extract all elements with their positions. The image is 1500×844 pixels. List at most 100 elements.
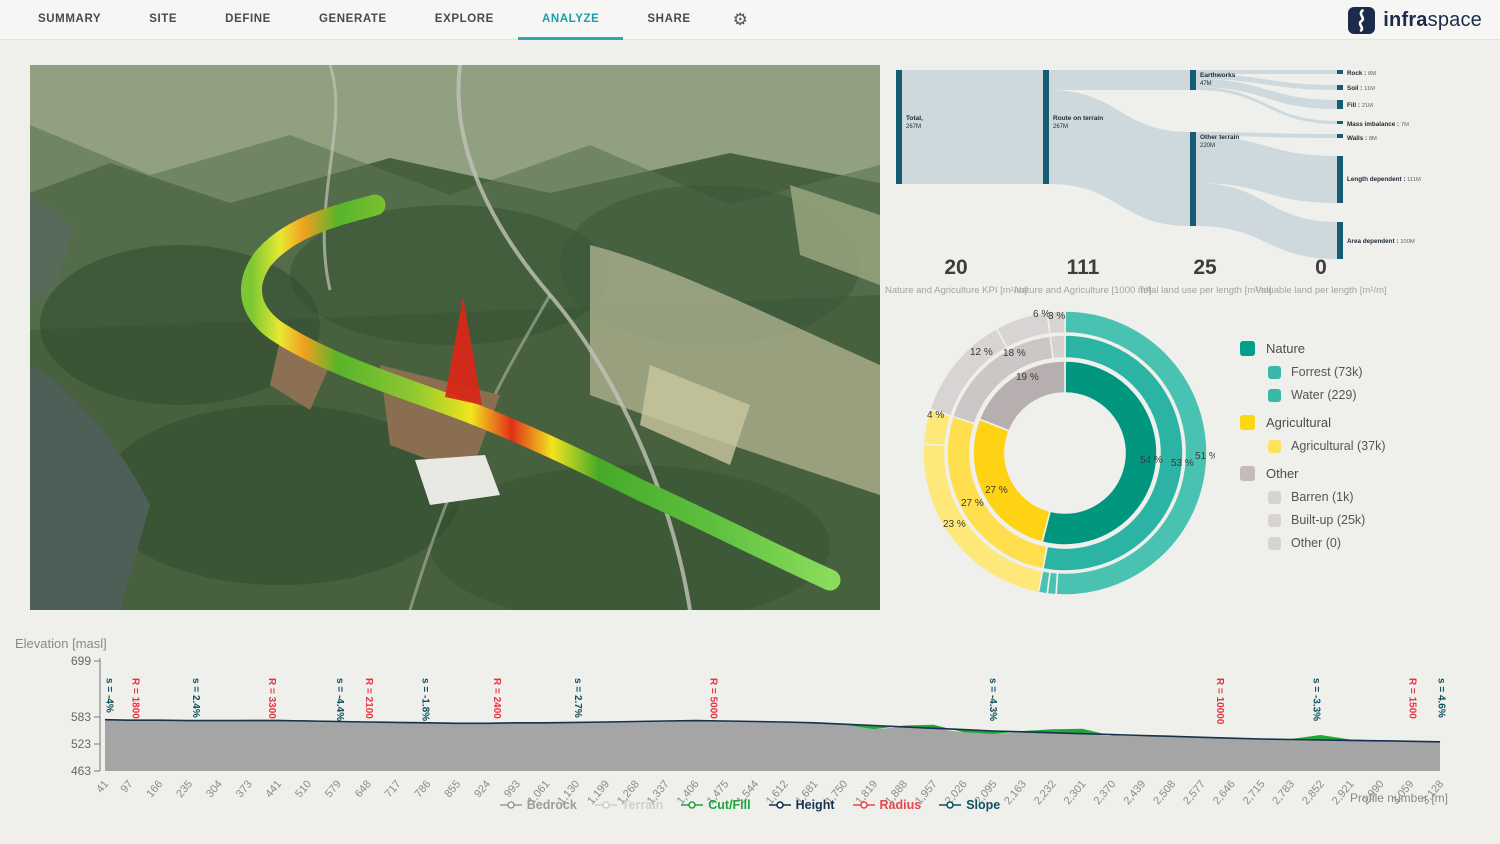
sankey-node-label: Earthworks xyxy=(1200,72,1236,79)
series-marker-icon xyxy=(939,800,961,810)
sankey-node xyxy=(1337,121,1343,124)
legend-swatch xyxy=(1268,537,1281,550)
donut-percent-label: 18 % xyxy=(1003,348,1026,359)
legend-swatch xyxy=(1268,389,1281,402)
donut-percent-label: 53 % xyxy=(1171,458,1194,469)
donut-percent-label: 54 % xyxy=(1140,455,1163,466)
sankey-node-value: 220M xyxy=(1200,143,1215,149)
profile-xtick: 855 xyxy=(442,778,463,800)
legend-swatch xyxy=(1268,440,1281,453)
series-toggle-slope[interactable]: Slope xyxy=(939,798,1000,812)
land-use-donut: 54 %53 %51 %27 %27 %23 %4 %12 %18 %19 %6… xyxy=(915,303,1215,603)
donut-percent-label: 19 % xyxy=(1016,372,1039,383)
donut-percent-label: 4 % xyxy=(927,410,944,421)
legend-group-other: Other Barren (1k) Built-up (25k) Other (0) xyxy=(1240,466,1470,550)
radius-annotation: R = 10000 xyxy=(1214,678,1225,725)
profile-xtick: 166 xyxy=(144,778,165,800)
series-label: Terrain xyxy=(622,798,663,812)
legend-item[interactable]: Forrest (73k) xyxy=(1268,365,1470,379)
legend-item[interactable]: Water (229) xyxy=(1268,388,1470,402)
series-label: Slope xyxy=(966,798,1000,812)
land-take-sankey: Total,267MRoute on terrain267MEarthworks… xyxy=(890,64,1470,259)
legend-item[interactable]: Other (0) xyxy=(1268,536,1470,550)
sankey-node xyxy=(1337,222,1343,259)
sankey-node-label: Walls : 8M xyxy=(1347,135,1377,142)
sankey-flow xyxy=(902,70,1043,184)
sankey-node-label: Soil : 11M xyxy=(1347,85,1375,92)
series-toggle-terrain[interactable]: Terrain xyxy=(595,798,663,812)
legend-label: Water (229) xyxy=(1291,388,1357,402)
series-marker-icon xyxy=(595,800,617,810)
profile-xtick: 235 xyxy=(174,778,195,800)
tab-analyze[interactable]: ANALYZE xyxy=(518,0,623,40)
legend-label: Agricultural xyxy=(1266,415,1331,430)
legend-item[interactable]: Built-up (25k) xyxy=(1268,513,1470,527)
profile-xtick: 993 xyxy=(502,778,523,800)
kpi-value: 0 xyxy=(1211,256,1431,280)
sankey-flow xyxy=(1049,90,1190,226)
tab-summary[interactable]: SUMMARY xyxy=(14,0,125,40)
profile-xtick: 924 xyxy=(472,778,493,800)
tab-generate[interactable]: GENERATE xyxy=(295,0,411,40)
sankey-node-label: Length dependent : 111M xyxy=(1347,176,1421,183)
terrain-3d-view[interactable] xyxy=(30,65,880,610)
sankey-node xyxy=(896,70,902,184)
profile-xtick: 97 xyxy=(118,778,135,795)
elevation-profile-chart: 6995835234634197166235304373441510579648… xyxy=(0,634,1500,844)
tab-define[interactable]: DEFINE xyxy=(201,0,295,40)
infraspace-logo-icon xyxy=(1348,7,1375,34)
sankey-node xyxy=(1043,70,1049,184)
slope-annotation: s = 2.7% xyxy=(572,678,583,718)
sankey-node xyxy=(1337,70,1343,74)
slope-annotation: s = 4.6% xyxy=(1436,678,1447,718)
kpi-label: Valuable land per length [m²/m] xyxy=(1211,285,1431,296)
top-navbar: SUMMARY SITE DEFINE GENERATE EXPLORE ANA… xyxy=(0,0,1500,40)
profile-xtick: 304 xyxy=(204,778,225,800)
series-toggle-bedrock[interactable]: Bedrock xyxy=(500,798,577,812)
sankey-node-label: Mass imbalance : 7M xyxy=(1347,121,1409,128)
sankey-node-label: Area dependent : 100M xyxy=(1347,238,1415,245)
series-toggle-radius[interactable]: Radius xyxy=(853,798,922,812)
sankey-node-label: Total, xyxy=(906,115,923,122)
settings-gear-icon[interactable]: ⚙ xyxy=(715,0,766,40)
legend-swatch xyxy=(1268,514,1281,527)
slope-annotation: s = -4% xyxy=(104,678,115,713)
profile-xtick: 373 xyxy=(234,778,255,800)
radius-annotation: R = 3300 xyxy=(266,678,277,719)
legend-item[interactable]: Nature xyxy=(1240,341,1470,356)
profile-xtick: 579 xyxy=(323,778,344,800)
series-marker-icon xyxy=(500,800,522,810)
donut-percent-label: 27 % xyxy=(961,498,984,509)
legend-label: Other (0) xyxy=(1291,536,1341,550)
infraspace-logo-text: infraspace xyxy=(1383,9,1482,32)
legend-item[interactable]: Agricultural xyxy=(1240,415,1470,430)
legend-label: Nature xyxy=(1266,341,1305,356)
donut-percent-label: 23 % xyxy=(943,519,966,530)
infraspace-logo: infraspace xyxy=(1348,0,1482,40)
legend-item[interactable]: Barren (1k) xyxy=(1268,490,1470,504)
sankey-node xyxy=(1337,85,1343,90)
series-toggle-cutfill[interactable]: Cut/Fill xyxy=(681,798,750,812)
sankey-node-value: 47M xyxy=(1200,81,1212,87)
sankey-node xyxy=(1337,156,1343,203)
series-toggle-height[interactable]: Height xyxy=(769,798,835,812)
slope-annotation: s = -4.4% xyxy=(334,678,345,721)
sankey-node xyxy=(1337,134,1343,138)
legend-item[interactable]: Other xyxy=(1240,466,1470,481)
profile-xtick: 41 xyxy=(94,778,111,795)
sankey-node xyxy=(1337,100,1343,109)
tab-share[interactable]: SHARE xyxy=(623,0,714,40)
elevation-ytick: 583 xyxy=(71,710,91,724)
elevation-legend: Bedrock Terrain Cut/Fill Height Radius Slope xyxy=(0,798,1500,812)
series-label: Height xyxy=(796,798,835,812)
profile-number-axis-label: Profile number [m] xyxy=(1350,791,1448,805)
kpi-3: 0 Valuable land per length [m²/m] xyxy=(1211,256,1431,296)
donut-percent-label: 3 % xyxy=(1048,311,1065,322)
legend-item[interactable]: Agricultural (37k) xyxy=(1268,439,1470,453)
tab-site[interactable]: SITE xyxy=(125,0,201,40)
legend-swatch xyxy=(1268,491,1281,504)
legend-label: Other xyxy=(1266,466,1299,481)
tab-explore[interactable]: EXPLORE xyxy=(411,0,518,40)
radius-annotation: R = 1800 xyxy=(130,678,141,719)
land-use-legend: Nature Forrest (73k) Water (229) Agricultur… xyxy=(1240,341,1470,563)
